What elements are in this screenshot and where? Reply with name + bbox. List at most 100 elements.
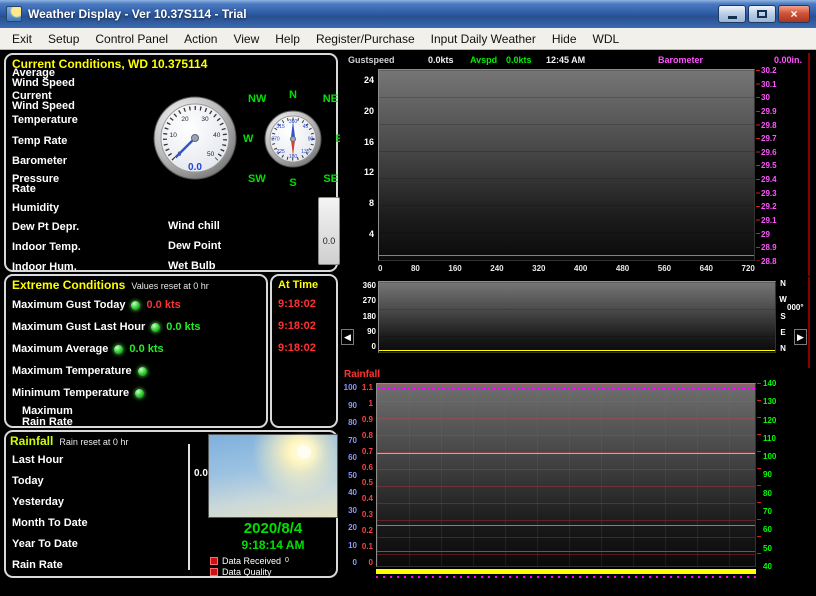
- menu-item[interactable]: Register/Purchase: [308, 30, 423, 48]
- menu-item[interactable]: Hide: [544, 30, 585, 48]
- wind-y-axis: 2420161284: [346, 75, 374, 239]
- compass-point-label: SW: [248, 173, 266, 185]
- menu-item[interactable]: Control Panel: [87, 30, 176, 48]
- axis-tick-label: 0.4: [362, 494, 373, 503]
- wind-speed-gauge: 0 10 20 30 40 50 0.0: [152, 95, 238, 181]
- axis-tick-label: 29.8: [761, 121, 777, 130]
- axis-tick-label: 0.9: [362, 415, 373, 424]
- gauge-scale-label: 30: [201, 116, 209, 123]
- axis-tick-label: 8: [369, 198, 374, 208]
- axis-tick-label: 30.2: [761, 66, 777, 75]
- maximize-button[interactable]: [748, 5, 776, 23]
- menu-item[interactable]: Action: [176, 30, 225, 48]
- scroll-left-button[interactable]: ◀: [341, 329, 354, 345]
- extreme-row-value: 0.0 kts: [146, 299, 180, 311]
- compass-point-label: SE: [323, 173, 338, 185]
- menu-item[interactable]: Help: [267, 30, 308, 48]
- status-label: Data Quality: [222, 567, 272, 577]
- current-date: 2020/8/4: [208, 520, 338, 537]
- condition-label: Wet Bulb: [168, 256, 221, 276]
- highlight-bar: [376, 569, 756, 574]
- gauge-scale-label: 40: [213, 132, 221, 139]
- extreme-row: Maximum Gust Last Hour 0.0 kts: [8, 316, 264, 338]
- compass-point-label: NE: [323, 93, 338, 105]
- main-area: Current Conditions, WD 10.375114 Average…: [0, 50, 816, 596]
- minutes-x-axis: 080160240320400480560640720: [378, 264, 755, 273]
- rain-gauge-tube: [188, 444, 190, 570]
- barometer-value: 0.00in.: [774, 55, 802, 65]
- axis-tick-label: 640: [700, 264, 713, 273]
- minimize-button[interactable]: [718, 5, 746, 23]
- menu-bar: ExitSetupControl PanelActionViewHelpRegi…: [0, 28, 816, 50]
- wind-plot-area[interactable]: [378, 69, 755, 261]
- axis-tick-label: 0: [372, 342, 376, 351]
- wind-barometer-graph: Gustspeed 0.0kts Avspd 0.0kts 12:45 AM B…: [340, 53, 810, 276]
- compass-y-axis: NWSEN: [778, 279, 788, 353]
- status-list: Data Received0 Data Quality: [210, 555, 289, 577]
- axis-tick-label: 0.2: [362, 526, 373, 535]
- menu-item[interactable]: Setup: [40, 30, 87, 48]
- menu-item[interactable]: Exit: [4, 30, 40, 48]
- barometer-y-axis: 30.230.13029.929.829.729.629.529.429.329…: [761, 66, 788, 266]
- axis-tick-label: 70: [763, 507, 772, 516]
- gust-value: 0.0kts: [428, 55, 454, 65]
- menu-item[interactable]: View: [225, 30, 267, 48]
- rain-row-label: Month To Date: [12, 513, 88, 534]
- direction-plot-area[interactable]: [378, 281, 776, 353]
- gauge-scale-label: 10: [170, 132, 178, 139]
- axis-tick-label: 1.1: [362, 383, 373, 392]
- axis-tick-label: 100: [763, 452, 776, 461]
- axis-tick-label: 120: [763, 416, 776, 425]
- axis-tick-label: 0.5: [362, 478, 373, 487]
- rainfall-panel: Rainfall Rain reset at 0 hr Last HourTod…: [4, 430, 338, 578]
- axis-tick-label: 20: [348, 523, 357, 532]
- axis-tick-label: 16: [364, 137, 374, 147]
- axis-tick-label: 29.9: [761, 107, 777, 116]
- rain-rows: Last HourTodayYesterdayMonth To DateYear…: [12, 450, 88, 576]
- current-direction-readout: 000°: [787, 303, 804, 312]
- status-row: Data Quality: [210, 566, 289, 577]
- gauge-scale-label: 20: [181, 116, 189, 123]
- axis-tick-label: 4: [369, 229, 374, 239]
- axis-tick-label: 0.1: [362, 542, 373, 551]
- maximize-icon: [757, 10, 767, 18]
- gauge-scale-label: 50: [207, 151, 215, 158]
- extreme-row-label: Maximum Gust Last Hour: [12, 322, 145, 333]
- condition-labels: AverageWind SpeedCurrentWind SpeedTemper…: [12, 68, 81, 272]
- menu-item[interactable]: WDL: [585, 30, 628, 48]
- extreme-row: Minimum Temperature: [8, 382, 264, 404]
- datetime-display: 2020/8/4 9:18:14 AM: [208, 520, 338, 552]
- rain-plot-area[interactable]: [376, 383, 756, 567]
- rainfall-graph: Rainfall 1009080706050403020100 1.110.90…: [340, 369, 810, 580]
- axis-tick-label: 12: [364, 167, 374, 177]
- axis-tick-label: 0.6: [362, 463, 373, 472]
- current-conditions-panel: Current Conditions, WD 10.375114 Average…: [4, 53, 338, 272]
- panel-title: At Time: [276, 276, 332, 291]
- axis-tick-label: 30: [348, 506, 357, 515]
- condition-label: Temp Rate: [12, 136, 81, 146]
- axis-tick-label: 80: [348, 418, 357, 427]
- axis-tick-label: 29.7: [761, 134, 777, 143]
- extreme-row: Maximum Temperature: [8, 360, 264, 382]
- menu-item[interactable]: Input Daily Weather: [423, 30, 544, 48]
- close-button[interactable]: ×: [778, 5, 810, 23]
- scroll-right-button[interactable]: ▶: [794, 329, 807, 345]
- axis-tick-label: 29.2: [761, 202, 777, 211]
- condition-label: Barometer: [12, 156, 81, 166]
- axis-tick-label: 0.7: [362, 447, 373, 456]
- compass-degree: 45: [303, 124, 309, 130]
- status-superscript: 0: [285, 557, 289, 564]
- axis-tick-label: 20: [364, 106, 374, 116]
- extreme-conditions-panel: Extreme Conditions Values reset at 0 hr …: [4, 274, 268, 428]
- status-row: Data Received0: [210, 555, 289, 566]
- status-led: [113, 344, 124, 355]
- axis-tick-label: 90: [763, 470, 772, 479]
- axis-tick-label: 360: [363, 281, 376, 290]
- axis-tick-label: 50: [763, 544, 772, 553]
- extreme-row-value: 0.0 kts: [166, 321, 200, 333]
- rain-row-label: Year To Date: [12, 534, 88, 555]
- rain-row-label: Today: [12, 471, 88, 492]
- condition-label: Rate: [12, 184, 81, 194]
- condition-label: Wind Speed: [12, 101, 81, 111]
- time-rows: 9:18:029:18:029:18:02: [276, 293, 332, 359]
